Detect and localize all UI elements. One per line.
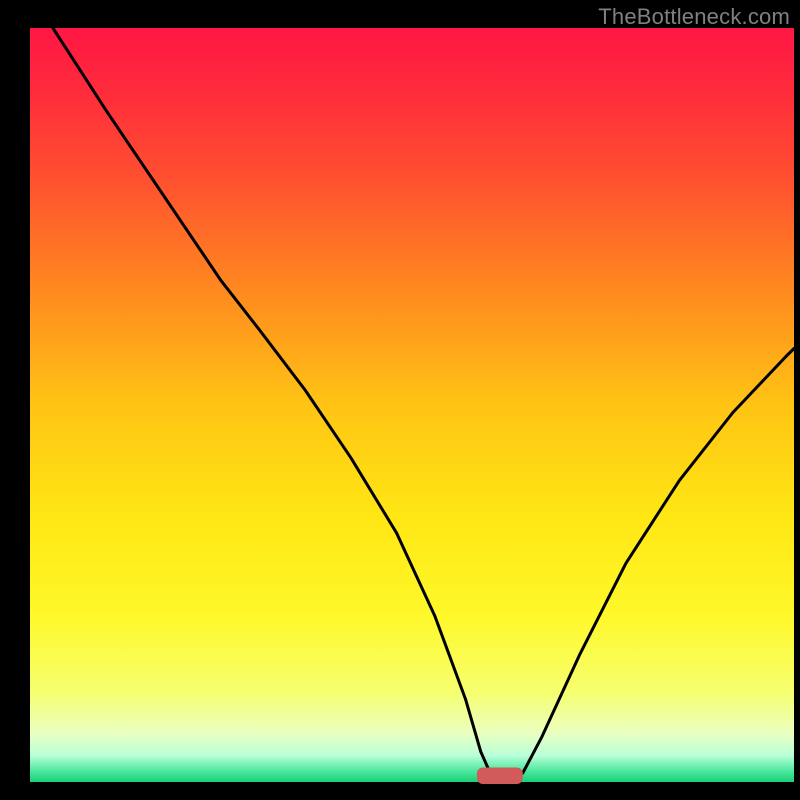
optimum-marker bbox=[477, 767, 523, 784]
bottleneck-chart bbox=[0, 0, 800, 800]
watermark-text: TheBottleneck.com bbox=[598, 4, 790, 30]
plot-area bbox=[30, 28, 794, 782]
chart-frame: TheBottleneck.com bbox=[0, 0, 800, 800]
